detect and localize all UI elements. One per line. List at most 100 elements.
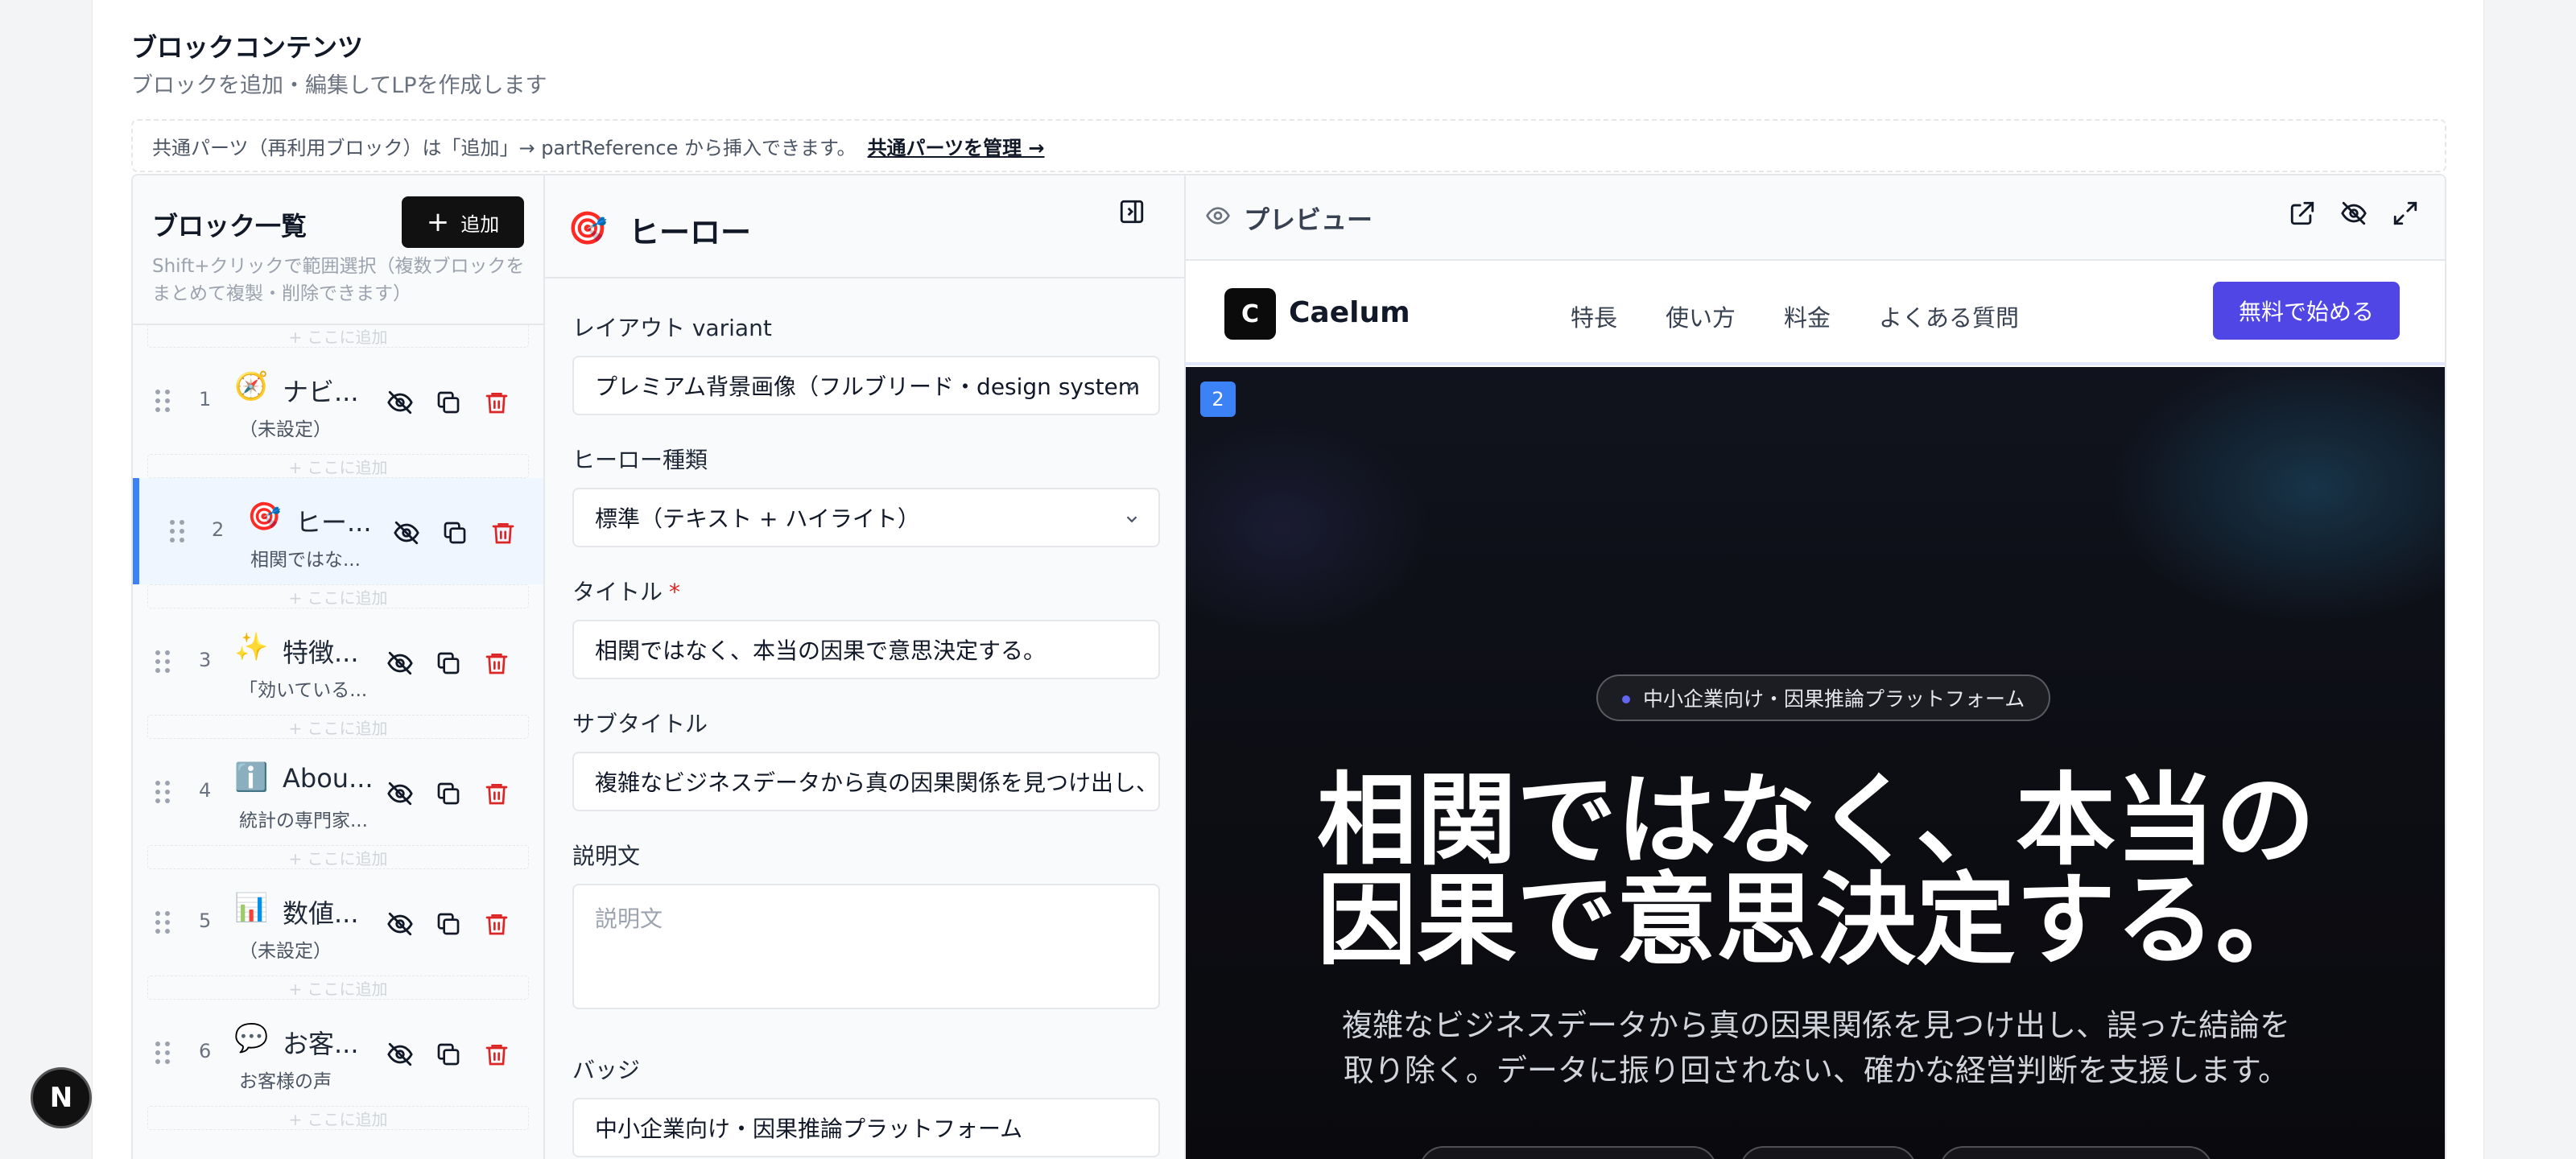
duplicate-block-copy-icon[interactable] [432, 777, 464, 810]
duplicate-block-copy-icon[interactable] [432, 647, 464, 679]
notice-text: 共通パーツ（再利用ブロック）は「追加」→ partReference から挿入で… [152, 136, 857, 159]
duplicate-block-copy-icon[interactable] [432, 908, 464, 940]
hide-block-eye-off-icon[interactable] [384, 647, 416, 679]
nav-link-how-to[interactable]: 使い方 [1666, 299, 1736, 333]
block-number: 6 [199, 1040, 212, 1062]
open-external-icon[interactable] [2289, 200, 2321, 232]
hide-block-eye-off-icon[interactable] [384, 777, 416, 810]
hero-title: 相関ではなく、本当の 因果で意思決定する。 [1316, 763, 2315, 979]
preview-title: プレビュー [1244, 204, 1373, 235]
duplicate-block-copy-icon[interactable] [432, 386, 464, 419]
block-item[interactable]: 3 ✨ 特徴... 「効いている... [133, 608, 543, 715]
block-description: お客様の声 [239, 1071, 332, 1092]
plus-icon: + [426, 206, 450, 238]
hide-block-eye-off-icon[interactable] [384, 386, 416, 419]
site-logo-text[interactable]: Caelum [1289, 296, 1410, 329]
title-input[interactable]: 相関ではなく、本当の因果で意思決定する。 [572, 620, 1160, 679]
expand-icon[interactable] [2392, 200, 2424, 232]
eye-icon [1206, 207, 1230, 225]
description-textarea[interactable]: 説明文 [572, 884, 1160, 1009]
block-item[interactable]: 5 📊 数値... （未設定） [133, 869, 543, 975]
hero-button[interactable] [1419, 1146, 1717, 1159]
delete-block-trash-icon[interactable] [481, 386, 513, 419]
insert-slot[interactable]: + ここに追加 [147, 584, 529, 608]
insert-slot[interactable]: + ここに追加 [147, 975, 529, 1000]
badge-label: バッジ [572, 1057, 641, 1083]
layout-variant-select[interactable]: プレミアム背景画像（フルブリード・design system [572, 356, 1160, 415]
editor-title: ヒーロー [629, 215, 752, 250]
block-description: 統計の専門家... [239, 810, 368, 831]
insert-slot[interactable]: + ここに追加 [147, 324, 529, 348]
insert-slot[interactable]: + ここに追加 [147, 1106, 529, 1130]
duplicate-block-copy-icon[interactable] [439, 517, 471, 549]
block-number: 4 [199, 779, 212, 802]
layout-variant-label: レイアウト variant [572, 315, 772, 341]
layout-variant-value: プレミアム背景画像（フルブリード・design system [595, 373, 1141, 400]
block-number: 3 [199, 649, 212, 671]
insert-slot[interactable]: + ここに追加 [147, 715, 529, 739]
badge-input[interactable]: 中小企業向け・因果推論プラットフォーム [572, 1098, 1160, 1157]
hero-type-select[interactable]: 標準（テキスト + ハイライト） [572, 488, 1160, 547]
block-number: 1 [199, 388, 212, 410]
block-emoji-icon: 💬 [234, 1022, 269, 1054]
site-nav-links: 特長 使い方 料金 よくある質問 [1571, 299, 2067, 333]
insert-slot[interactable]: + ここに追加 [147, 845, 529, 869]
nav-link-pricing[interactable]: 料金 [1784, 299, 1831, 333]
block-item-selected[interactable]: 2 🎯 ヒー... 相関ではな... [133, 478, 543, 584]
block-number: 5 [199, 909, 212, 932]
hero-button[interactable] [1939, 1146, 2213, 1159]
hide-block-eye-off-icon[interactable] [384, 1038, 416, 1070]
subtitle-input[interactable]: 複雑なビジネスデータから真の因果関係を見つけ出し、 [572, 752, 1160, 811]
block-name: お客... [283, 1029, 359, 1059]
delete-block-trash-icon[interactable] [481, 908, 513, 940]
assistant-fab-button[interactable]: N [31, 1067, 92, 1128]
insert-slot[interactable]: + ここに追加 [147, 454, 529, 478]
drag-handle-icon[interactable] [155, 650, 170, 673]
block-emoji-icon: ℹ️ [234, 761, 269, 794]
block-name: Abou... [283, 763, 371, 794]
block-item[interactable]: 1 🧭 ナビ... （未設定） [133, 348, 543, 454]
target-emoji-icon: 🎯 [568, 210, 608, 247]
page-title: ブロックコンテンツ [131, 32, 364, 63]
duplicate-block-copy-icon[interactable] [432, 1038, 464, 1070]
block-number-badge: 2 [1200, 382, 1236, 417]
nav-link-features[interactable]: 特長 [1571, 299, 1617, 333]
drag-handle-icon[interactable] [155, 781, 170, 803]
delete-block-trash-icon[interactable] [481, 647, 513, 679]
block-description: 「効いている... [239, 680, 368, 701]
hero-type-value: 標準（テキスト + ハイライト） [595, 505, 920, 532]
block-description: （未設定） [239, 941, 332, 962]
nav-link-faq[interactable]: よくある質問 [1879, 299, 2019, 333]
hero-button[interactable] [1740, 1146, 1917, 1159]
description-label: 説明文 [572, 843, 641, 869]
block-name: 数値... [283, 898, 359, 929]
subtitle-label: サブタイトル [572, 711, 708, 737]
hero-badge: 中小企業向け・因果推論プラットフォーム [1596, 674, 2051, 721]
add-block-label: 追加 [460, 212, 500, 236]
start-free-button[interactable]: 無料で始める [2213, 282, 2400, 340]
delete-block-trash-icon[interactable] [481, 1038, 513, 1070]
block-emoji-icon: 📊 [234, 892, 269, 924]
block-description: （未設定） [239, 419, 332, 440]
hide-block-eye-off-icon[interactable] [390, 517, 423, 549]
manage-shared-parts-link[interactable]: 共通パーツを管理 → [868, 132, 1045, 160]
delete-block-trash-icon[interactable] [481, 777, 513, 810]
collapse-panel-icon[interactable] [1118, 198, 1150, 230]
hide-preview-eye-off-icon[interactable] [2340, 200, 2372, 232]
block-item[interactable]: 6 💬 お客... お客様の声 [133, 1000, 543, 1106]
block-number: 2 [212, 518, 225, 541]
chevron-down-icon [1126, 516, 1137, 523]
block-item[interactable]: 4 ℹ️ Abou... 統計の専門家... [133, 739, 543, 845]
drag-handle-icon[interactable] [155, 1041, 170, 1064]
site-navbar: C Caelum 特長 使い方 料金 よくある質問 無料で始める [1186, 261, 2445, 365]
block-name: ナビ... [283, 377, 359, 407]
delete-block-trash-icon[interactable] [487, 517, 519, 549]
hide-block-eye-off-icon[interactable] [384, 908, 416, 940]
editor-header: 🎯 ヒーロー [545, 175, 1184, 278]
drag-handle-icon[interactable] [170, 520, 184, 542]
drag-handle-icon[interactable] [155, 911, 170, 934]
block-description: 相関ではな... [250, 550, 361, 571]
drag-handle-icon[interactable] [155, 390, 170, 412]
site-logo[interactable]: C [1224, 288, 1276, 340]
add-block-button[interactable]: + 追加 [402, 196, 524, 248]
